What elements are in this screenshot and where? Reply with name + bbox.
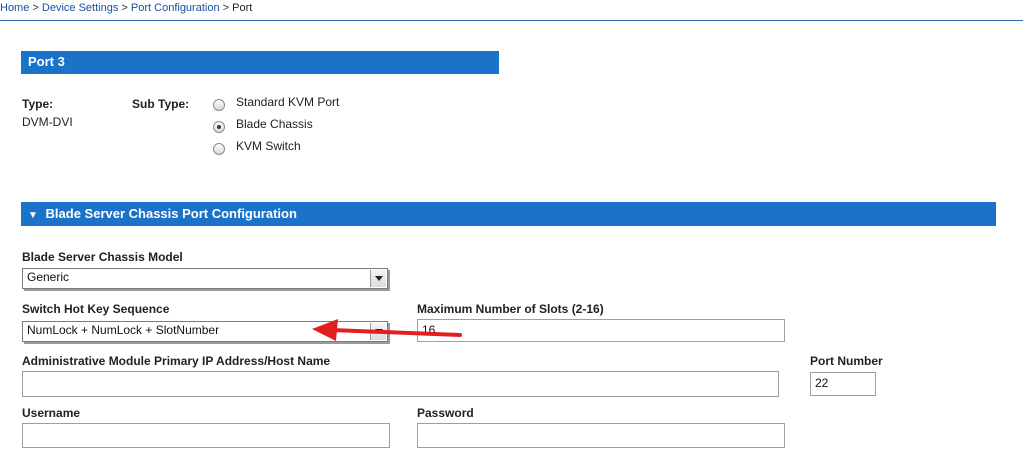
port-number-label: Port Number	[810, 354, 883, 368]
subtype-radio-standard-kvm-port[interactable]	[213, 99, 225, 111]
triangle-down-icon[interactable]: ▼	[28, 210, 38, 221]
breadcrumb-current: Port	[232, 2, 253, 14]
chassis-model-label: Blade Server Chassis Model	[22, 250, 183, 264]
subtype-option-kvm-switch[interactable]: KVM Switch	[236, 139, 301, 153]
breadcrumb-port-configuration-link[interactable]: Port Configuration	[131, 2, 220, 14]
port-panel-title: Port 3	[28, 54, 65, 69]
type-value: DVM-DVI	[22, 115, 73, 129]
chevron-down-icon[interactable]	[370, 270, 386, 287]
admin-ip-label: Administrative Module Primary IP Address…	[22, 354, 331, 368]
max-slots-label: Maximum Number of Slots (2-16)	[417, 302, 604, 316]
hotkey-value: NumLock + NumLock + SlotNumber	[27, 323, 220, 337]
breadcrumb-device-settings-link[interactable]: Device Settings	[42, 2, 118, 14]
type-label: Type:	[22, 97, 54, 111]
port-panel-header: Port 3	[21, 51, 499, 74]
subtype-label: Sub Type:	[132, 97, 190, 111]
password-input[interactable]	[417, 423, 785, 448]
breadcrumb-separator: >	[121, 2, 128, 14]
chassis-model-value: Generic	[27, 270, 70, 284]
subtype-option-standard-kvm-port[interactable]: Standard KVM Port	[236, 95, 339, 109]
chassis-model-select[interactable]: Generic	[22, 268, 388, 289]
hotkey-label: Switch Hot Key Sequence	[22, 302, 170, 316]
username-label: Username	[22, 406, 81, 420]
admin-ip-input[interactable]	[22, 371, 779, 397]
max-slots-input[interactable]: 16	[417, 319, 785, 342]
subtype-radio-blade-chassis[interactable]	[213, 121, 225, 133]
port-number-input[interactable]: 22	[810, 372, 876, 396]
red-arrow-icon	[312, 319, 462, 341]
password-label: Password	[417, 406, 474, 420]
username-input[interactable]	[22, 423, 390, 448]
subtype-radio-kvm-switch[interactable]	[213, 143, 225, 155]
subtype-option-blade-chassis[interactable]: Blade Chassis	[236, 117, 313, 131]
header-divider	[0, 20, 1023, 21]
blade-section-header[interactable]: ▼ Blade Server Chassis Port Configuratio…	[21, 202, 996, 226]
breadcrumb-separator: >	[222, 2, 230, 14]
breadcrumb-separator: >	[32, 2, 39, 14]
breadcrumb-home-link[interactable]: Home	[0, 2, 29, 14]
port-number-value: 22	[815, 376, 829, 390]
blade-section-title: Blade Server Chassis Port Configuration	[45, 206, 297, 221]
breadcrumb: Home > Device Settings > Port Configurat…	[0, 2, 252, 14]
